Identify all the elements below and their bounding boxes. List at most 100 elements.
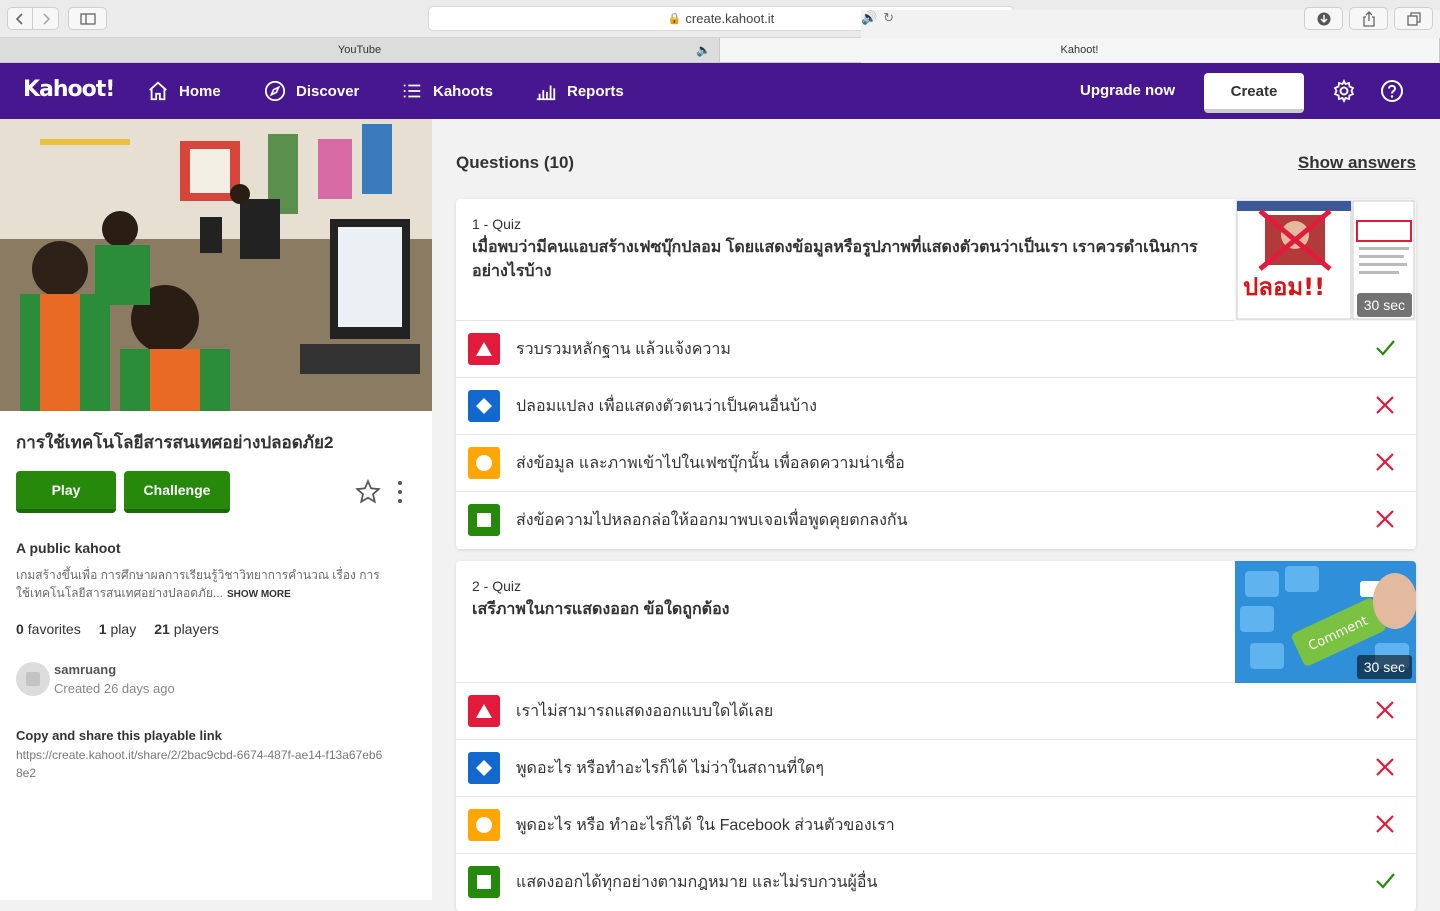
close-icon: [1376, 510, 1394, 528]
play-button[interactable]: Play: [16, 471, 116, 513]
answer-text: แสดงออกได้ทุกอย่างตามกฎหมาย และไม่รบกวนผ…: [516, 874, 878, 891]
avatar[interactable]: [16, 662, 50, 696]
challenge-button[interactable]: Challenge: [124, 471, 230, 513]
kahoot-navbar: Kahoot! Home Discover Kahoots Reports Up…: [0, 63, 1440, 119]
close-icon: [1376, 815, 1394, 833]
time-limit-badge: 30 sec: [1356, 655, 1412, 679]
answer-row: พูดอะไร หรือ ทำอะไรก็ได้ ใน Facebook ส่ว…: [456, 797, 1416, 854]
list-icon: [403, 84, 421, 98]
question-number: 1 - Quiz: [472, 216, 522, 232]
circle-icon: [468, 809, 500, 841]
nav-label: Home: [179, 82, 221, 100]
nav-kahoots[interactable]: Kahoots: [401, 63, 493, 119]
diamond-icon: [468, 390, 500, 422]
plays-stat: 1 play: [98, 621, 137, 637]
close-icon: [1376, 701, 1394, 719]
question-header: 1 - Quiz เมื่อพบว่ามีคนแอบสร้างเฟซบุ๊กปล…: [456, 199, 1416, 321]
sidebar-icon: [79, 12, 96, 25]
tab-youtube[interactable]: YouTube 🔈: [0, 38, 720, 62]
star-icon[interactable]: [355, 479, 381, 505]
question-text: เมื่อพบว่ามีคนแอบสร้างเฟซบุ๊กปลอม โดยแสด…: [472, 239, 1198, 280]
show-answers-link[interactable]: Show answers: [1298, 153, 1416, 173]
upgrade-now-link[interactable]: Upgrade now: [1080, 82, 1175, 99]
back-button[interactable]: [7, 7, 33, 30]
address-bar[interactable]: 🔒 create.kahoot.it 🔊 ↻: [428, 6, 1440, 791]
help-icon[interactable]: [1380, 79, 1404, 103]
close-icon: [1376, 758, 1394, 776]
answer-text: ส่งข้อความไปหลอกล่อให้ออกมาพบเจอเพื่อพูด…: [516, 512, 908, 529]
answer-row: พูดอะไร หรือทำอะไรก็ได้ ไม่ว่าในสถานที่ใ…: [456, 740, 1416, 797]
answer-row: แสดงออกได้ทุกอย่างตามกฎหมาย และไม่รบกวนผ…: [456, 854, 1416, 911]
question-header: 2 - Quiz เสรีภาพในการแสดงออก ข้อใดถูกต้อ…: [456, 561, 1416, 683]
author-name[interactable]: samruang: [54, 662, 116, 677]
description-text: เกมสร้างขึ้นเพื่อ การศึกษาผลการเรียนรู้ว…: [16, 568, 380, 600]
diamond-icon: [468, 752, 500, 784]
question-card[interactable]: 2 - Quiz เสรีภาพในการแสดงออก ข้อใดถูกต้อ…: [456, 561, 1416, 911]
kahoot-logo[interactable]: Kahoot!: [23, 77, 115, 102]
questions-heading: Questions (10): [456, 153, 575, 172]
browser-toolbar: 🔒 create.kahoot.it 🔊 ↻: [0, 0, 1440, 791]
square-icon: [468, 504, 500, 536]
bar-chart-icon: [536, 85, 556, 101]
answer-text: พูดอะไร หรือทำอะไรก็ได้ ไม่ว่าในสถานที่ใ…: [516, 759, 824, 777]
question-number: 2 - Quiz: [472, 578, 522, 594]
question-card[interactable]: 1 - Quiz เมื่อพบว่ามีคนแอบสร้างเฟซบุ๊กปล…: [456, 199, 1416, 549]
kahoot-description: เกมสร้างขึ้นเพื่อ การศึกษาผลการเรียนรู้ว…: [16, 566, 386, 604]
nav-reports[interactable]: Reports: [535, 63, 624, 119]
tab-label: YouTube: [337, 44, 382, 56]
answer-text: รวบรวมหลักฐาน แล้วแจ้งความ: [516, 340, 731, 358]
created-date: Created 26 days ago: [54, 681, 175, 696]
answer-text: เราไม่สามารถแสดงออกแบบใดได้เลย: [516, 702, 774, 720]
close-icon: [1376, 396, 1394, 414]
downloads-button[interactable]: [1304, 7, 1343, 30]
lock-icon: 🔒: [667, 13, 682, 25]
triangle-icon: [468, 695, 500, 727]
close-icon: [1376, 453, 1394, 471]
answer-row: ส่งข้อความไปหลอกล่อให้ออกมาพบเจอเพื่อพูด…: [456, 492, 1416, 549]
chevron-right-icon: [42, 12, 50, 25]
nav-discover[interactable]: Discover: [264, 63, 359, 119]
forward-button[interactable]: [33, 7, 59, 30]
cover-image: [0, 119, 432, 411]
history-buttons: [7, 7, 59, 30]
question-text: เสรีภาพในการแสดงออก ข้อใดถูกต้อง: [472, 601, 730, 618]
home-icon: [149, 81, 167, 101]
triangle-icon: [468, 333, 500, 365]
answer-row: ปลอมแปลง เพื่อแสดงตัวตนว่าเป็นคนอื่นบ้าง: [456, 378, 1416, 435]
create-button[interactable]: Create: [1204, 73, 1304, 113]
tab-bar: YouTube 🔈 Kahoot! +: [0, 38, 1440, 63]
speaker-icon[interactable]: 🔈: [696, 43, 711, 57]
check-icon: [1376, 873, 1395, 889]
share-link[interactable]: https://create.kahoot.it/share/2/2bac9cb…: [16, 746, 386, 782]
time-limit-badge: 30 sec: [1356, 293, 1412, 317]
show-more-link[interactable]: SHOW MORE: [227, 589, 291, 600]
questions-panel: Questions (10) Show answers 1 - Quiz เมื…: [432, 119, 1440, 911]
players-stat: 21 players: [154, 621, 219, 637]
more-options-icon[interactable]: [393, 479, 407, 505]
gear-icon[interactable]: [1332, 79, 1356, 103]
nav-label: Kahoots: [433, 82, 493, 100]
share-button[interactable]: [1349, 7, 1388, 30]
answer-text: ส่งข้อมูล และภาพเข้าไปในเฟซบุ๊กนั้น เพื่…: [516, 454, 905, 472]
question-image: ปลอม!! 30 sec: [1235, 199, 1416, 321]
sidebar-button[interactable]: [68, 7, 107, 30]
tab-kahoot[interactable]: Kahoot!: [720, 38, 1440, 62]
compass-icon: [264, 80, 286, 102]
circle-icon: [468, 447, 500, 479]
image-caption: ปลอม!!: [1243, 273, 1325, 301]
nav-home[interactable]: Home: [147, 63, 221, 119]
kahoot-stats: 0 favorites 1 play 21 players: [16, 621, 219, 637]
answer-row: เราไม่สามารถแสดงออกแบบใดได้เลย: [456, 683, 1416, 740]
check-icon: [1376, 340, 1395, 356]
answer-row: ส่งข้อมูล และภาพเข้าไปในเฟซบุ๊กนั้น เพื่…: [456, 435, 1416, 492]
nav-label: Discover: [296, 82, 360, 100]
visibility-heading: A public kahoot: [16, 540, 121, 556]
address-url: create.kahoot.it: [685, 11, 775, 26]
tabs-overview-button[interactable]: [1394, 7, 1433, 30]
kahoot-title: การใช้เทคโนโลยีสารสนเทศอย่างปลอดภัย2: [16, 433, 334, 452]
tab-label: Kahoot!: [1060, 44, 1099, 56]
share-icon: [1362, 10, 1375, 27]
download-icon: [1317, 12, 1330, 25]
answer-text: พูดอะไร หรือ ทำอะไรก็ได้ ใน Facebook ส่ว…: [516, 816, 895, 834]
question-image: Comment 30 sec: [1235, 561, 1416, 683]
